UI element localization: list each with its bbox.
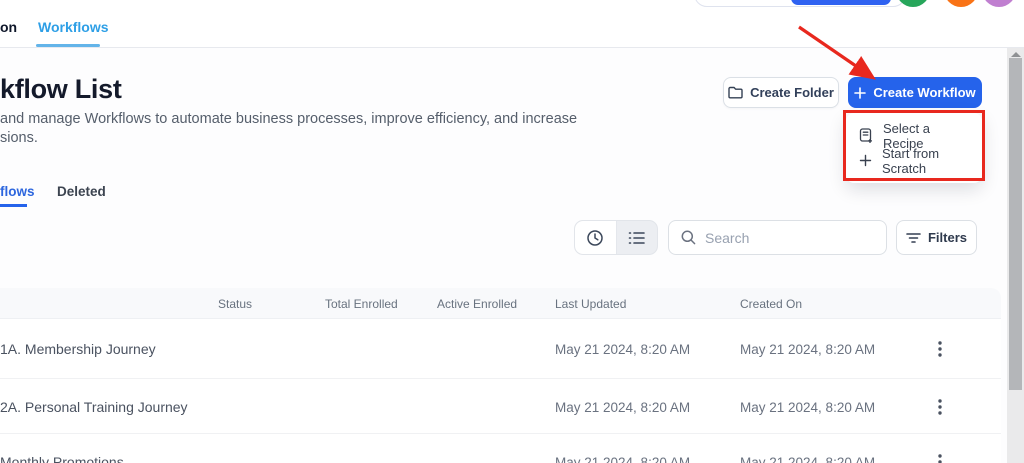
- list-icon: [628, 230, 646, 246]
- avatar-orange[interactable]: [944, 0, 978, 7]
- tab-deleted[interactable]: Deleted: [57, 184, 106, 199]
- table-row[interactable]: Monthly Promotions May 21 2024, 8:20 AM …: [0, 434, 1001, 463]
- table-row[interactable]: 1A. Membership Journey May 21 2024, 8:20…: [0, 319, 1001, 379]
- menu-item-select-recipe[interactable]: Select a Recipe: [846, 123, 982, 148]
- active-subtab-underline: [0, 204, 27, 207]
- plus-icon: [859, 154, 872, 167]
- history-view-toggle[interactable]: [575, 221, 617, 254]
- page-description-line1: and manage Workflows to automate busines…: [0, 110, 577, 129]
- created-on-value: May 21 2024, 8:20 AM: [740, 400, 875, 415]
- view-toggle: [574, 220, 658, 255]
- create-folder-label: Create Folder: [750, 85, 834, 100]
- created-on-value: May 21 2024, 8:20 AM: [740, 455, 875, 463]
- create-workflow-button[interactable]: Create Workflow: [848, 77, 982, 108]
- created-on-value: May 21 2024, 8:20 AM: [740, 342, 875, 357]
- active-tab-underline: [36, 44, 100, 47]
- column-header-last-updated: Last Updated: [555, 297, 626, 311]
- search-icon: [681, 230, 696, 245]
- search-box: [668, 220, 887, 255]
- row-actions-kebab-icon[interactable]: [930, 339, 950, 359]
- tab-automation-partial[interactable]: on: [0, 19, 17, 35]
- folder-icon: [728, 86, 743, 99]
- table-row[interactable]: 2A. Personal Training Journey May 21 202…: [0, 379, 1001, 434]
- create-workflow-label: Create Workflow: [873, 85, 975, 100]
- last-updated-value: May 21 2024, 8:20 AM: [555, 400, 690, 415]
- menu-item-start-from-scratch[interactable]: Start from Scratch: [846, 148, 982, 173]
- avatar-purple[interactable]: [982, 0, 1016, 7]
- workflow-list-page: on Workflows kflow List and manage Workf…: [0, 0, 1024, 463]
- last-updated-value: May 21 2024, 8:20 AM: [555, 342, 690, 357]
- filters-button[interactable]: Filters: [896, 220, 977, 255]
- plus-icon: [854, 87, 866, 99]
- menu-item-label: Start from Scratch: [882, 146, 969, 176]
- tab-workflows[interactable]: Workflows: [38, 19, 109, 35]
- create-workflow-menu: Select a Recipe Start from Scratch: [846, 113, 982, 183]
- column-header-created-on: Created On: [740, 297, 802, 311]
- page-title: kflow List: [0, 74, 122, 105]
- filter-lines-icon: [906, 232, 921, 244]
- recipe-plus-icon: [859, 128, 873, 143]
- table-header-row: Status Total Enrolled Active Enrolled La…: [0, 288, 1001, 319]
- last-updated-value: May 21 2024, 8:20 AM: [555, 455, 690, 463]
- workflow-name[interactable]: Monthly Promotions: [0, 454, 124, 463]
- filters-label: Filters: [928, 230, 967, 245]
- tab-workflows-partial[interactable]: flows: [0, 184, 35, 199]
- workflow-name[interactable]: 1A. Membership Journey: [0, 341, 156, 357]
- page-description: and manage Workflows to automate busines…: [0, 110, 577, 148]
- row-actions-kebab-icon[interactable]: [930, 452, 950, 463]
- workflow-name[interactable]: 2A. Personal Training Journey: [0, 399, 188, 415]
- scrollbar-thumb[interactable]: [1009, 58, 1022, 390]
- top-navigation-bar: on Workflows: [0, 0, 1024, 48]
- column-header-active-enrolled: Active Enrolled: [437, 297, 517, 311]
- search-input[interactable]: [705, 230, 886, 246]
- create-folder-button[interactable]: Create Folder: [723, 77, 839, 108]
- top-blue-button-partial[interactable]: [791, 0, 891, 5]
- column-header-total-enrolled: Total Enrolled: [325, 297, 398, 311]
- page-description-line2: sions.: [0, 129, 577, 148]
- list-view-toggle[interactable]: [617, 221, 658, 254]
- workflow-table: Status Total Enrolled Active Enrolled La…: [0, 288, 1001, 463]
- scrollbar-up-arrow-icon[interactable]: [1011, 52, 1021, 57]
- column-header-status: Status: [218, 297, 252, 311]
- clock-icon: [586, 229, 604, 247]
- row-actions-kebab-icon[interactable]: [930, 397, 950, 417]
